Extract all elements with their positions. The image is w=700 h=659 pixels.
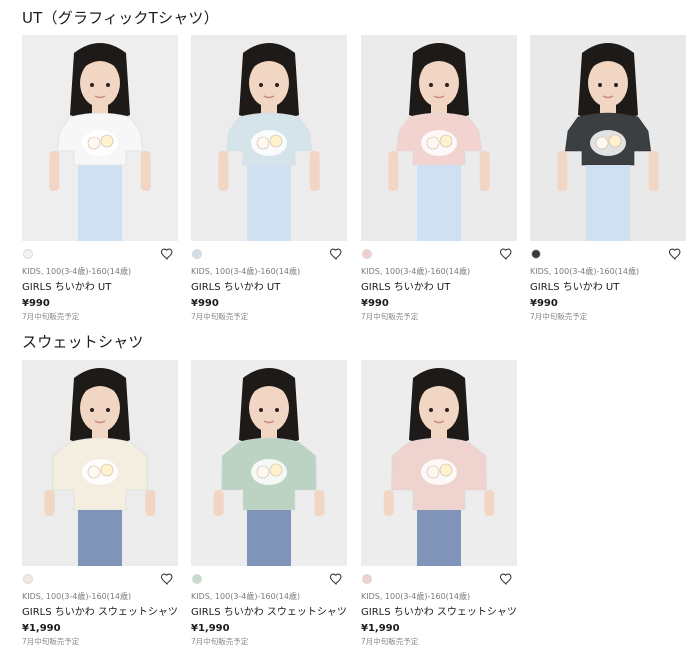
heart-icon[interactable]	[160, 572, 174, 586]
product-image[interactable]	[361, 360, 517, 566]
section-title-ut: UT（グラフィックTシャツ）	[22, 9, 219, 27]
product-size: KIDS, 100(3-4歳)-160(14歳)	[191, 267, 301, 276]
product-price: ¥990	[361, 298, 389, 309]
product-image[interactable]	[361, 35, 517, 241]
product-size: KIDS, 100(3-4歳)-160(14歳)	[191, 592, 301, 601]
color-swatch[interactable]	[23, 574, 33, 584]
product-name[interactable]: GIRLS ちいかわ スウェットシャツ	[191, 606, 347, 619]
product-image[interactable]	[22, 360, 178, 566]
color-swatch[interactable]	[362, 574, 372, 584]
product-name[interactable]: GIRLS ちいかわ スウェットシャツ	[361, 606, 517, 619]
product-size: KIDS, 100(3-4歳)-160(14歳)	[361, 267, 471, 276]
product-price: ¥990	[530, 298, 558, 309]
product-card[interactable]: KIDS, 100(3-4歳)-160(14歳) GIRLS ちいかわ UT ¥…	[530, 35, 686, 322]
product-image[interactable]	[191, 360, 347, 566]
product-name[interactable]: GIRLS ちいかわ スウェットシャツ	[22, 606, 178, 619]
product-card[interactable]: KIDS, 100(3-4歳)-160(14歳) GIRLS ちいかわ スウェッ…	[361, 360, 517, 647]
product-image[interactable]	[191, 35, 347, 241]
product-size: KIDS, 100(3-4歳)-160(14歳)	[530, 267, 640, 276]
release-note: 7月中旬販売予定	[22, 637, 80, 646]
product-card[interactable]: KIDS, 100(3-4歳)-160(14歳) GIRLS ちいかわ UT ¥…	[361, 35, 517, 322]
product-card[interactable]: KIDS, 100(3-4歳)-160(14歳) GIRLS ちいかわ スウェッ…	[22, 360, 178, 647]
release-note: 7月中旬販売予定	[22, 312, 80, 321]
color-swatch[interactable]	[23, 249, 33, 259]
release-note: 7月中旬販売予定	[191, 637, 249, 646]
product-price: ¥1,990	[22, 623, 61, 634]
heart-icon[interactable]	[329, 572, 343, 586]
product-card[interactable]: KIDS, 100(3-4歳)-160(14歳) GIRLS ちいかわ UT ¥…	[191, 35, 347, 322]
color-swatch[interactable]	[192, 249, 202, 259]
heart-icon[interactable]	[329, 247, 343, 261]
product-price: ¥990	[191, 298, 219, 309]
product-name[interactable]: GIRLS ちいかわ UT	[22, 281, 178, 294]
section-title-sweatshirt: スウェットシャツ	[22, 333, 144, 351]
release-note: 7月中旬販売予定	[361, 637, 419, 646]
product-image[interactable]	[530, 35, 686, 241]
product-card[interactable]: KIDS, 100(3-4歳)-160(14歳) GIRLS ちいかわ UT ¥…	[22, 35, 178, 322]
product-price: ¥1,990	[361, 623, 400, 634]
product-price: ¥990	[22, 298, 50, 309]
heart-icon[interactable]	[499, 247, 513, 261]
color-swatch[interactable]	[531, 249, 541, 259]
product-name[interactable]: GIRLS ちいかわ UT	[530, 281, 686, 294]
heart-icon[interactable]	[499, 572, 513, 586]
color-swatch[interactable]	[362, 249, 372, 259]
release-note: 7月中旬販売予定	[530, 312, 588, 321]
release-note: 7月中旬販売予定	[191, 312, 249, 321]
product-image[interactable]	[22, 35, 178, 241]
product-size: KIDS, 100(3-4歳)-160(14歳)	[22, 592, 132, 601]
product-size: KIDS, 100(3-4歳)-160(14歳)	[22, 267, 132, 276]
product-name[interactable]: GIRLS ちいかわ UT	[361, 281, 517, 294]
product-name[interactable]: GIRLS ちいかわ UT	[191, 281, 347, 294]
heart-icon[interactable]	[160, 247, 174, 261]
color-swatch[interactable]	[192, 574, 202, 584]
product-card[interactable]: KIDS, 100(3-4歳)-160(14歳) GIRLS ちいかわ スウェッ…	[191, 360, 347, 647]
release-note: 7月中旬販売予定	[361, 312, 419, 321]
product-size: KIDS, 100(3-4歳)-160(14歳)	[361, 592, 471, 601]
product-price: ¥1,990	[191, 623, 230, 634]
heart-icon[interactable]	[668, 247, 682, 261]
